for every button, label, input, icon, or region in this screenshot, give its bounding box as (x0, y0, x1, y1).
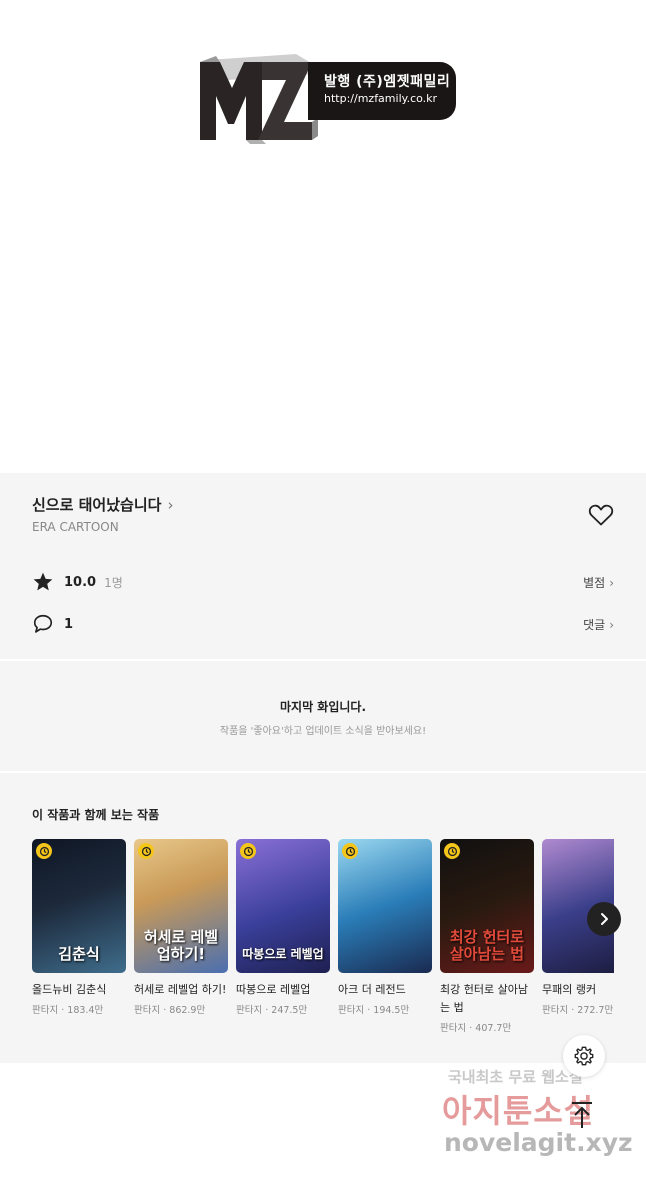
work-title: 신으로 태어났습니다 (32, 496, 162, 514)
cover-image: 최강 헌터로 살아남는 법 (440, 839, 534, 973)
gear-icon (574, 1046, 594, 1066)
card-title: 올드뉴비 김춘식 (32, 983, 107, 996)
publisher-name: 발행 (주)엠젯패밀리 (324, 74, 451, 90)
recommendations-title: 이 작품과 함께 보는 작품 (32, 808, 160, 822)
work-author: ERA CARTOON (32, 520, 119, 534)
rating-link[interactable]: 별점 › (583, 574, 614, 591)
comments-row: 1 댓글 › (32, 612, 614, 636)
watermark-url: novelagit.xyz (444, 1128, 633, 1157)
carousel-next-button[interactable] (587, 902, 621, 936)
chevron-right-icon: › (609, 575, 614, 590)
card-meta: 판타지 · 247.5만 (236, 1005, 308, 1016)
recommendation-card[interactable]: 따봉으로 레벨업 따봉으로 레벨업 판타지 · 247.5만 (236, 839, 330, 1016)
star-icon (33, 572, 53, 591)
watermark-tagline: 국내최초 무료 웹소설 (448, 1068, 583, 1086)
chevron-right-icon: › (609, 617, 614, 632)
publisher-logo: 발행 (주)엠젯패밀리 http://mzfamily.co.kr (200, 52, 460, 152)
cover-title-art: 따봉으로 레벨업 (242, 947, 324, 961)
card-meta: 판타지 · 272.7만 (542, 1005, 614, 1016)
card-meta: 판타지 · 862.9만 (134, 1005, 206, 1016)
recommendation-card[interactable]: 김춘식 올드뉴비 김춘식 판타지 · 183.4만 (32, 839, 126, 1016)
cover-title-art: 최강 헌터로 살아남는 법 (449, 928, 525, 963)
card-meta: 판타지 · 183.4만 (32, 1005, 104, 1016)
clock-badge-icon (240, 843, 256, 859)
cover-title-art: 김춘식 (58, 945, 100, 963)
heart-outline-icon[interactable] (588, 503, 614, 527)
publisher-url: http://mzfamily.co.kr (324, 92, 438, 105)
cover-image: 따봉으로 레벨업 (236, 839, 330, 973)
cover-image: 허세로 레벨업하기! (134, 839, 228, 973)
watermark: 국내최초 무료 웹소설 아지툰소설 novelagit.xyz (436, 1062, 636, 1172)
cover-image (338, 839, 432, 973)
arrow-up-to-top-icon[interactable] (568, 1100, 596, 1130)
rating-score: 10.0 (64, 574, 97, 590)
recommendations-carousel: 김춘식 올드뉴비 김춘식 판타지 · 183.4만 허세로 레벨업하기! 허세로… (32, 839, 614, 1049)
recommendation-card[interactable]: 아크 더 레전드 판타지 · 194.5만 (338, 839, 432, 1016)
cover-title-art: 허세로 레벨업하기! (143, 928, 219, 963)
card-title: 최강 헌터로 살아남는 법 (440, 983, 528, 1014)
comments-link-label: 댓글 (583, 617, 606, 632)
card-meta: 판타지 · 407.7만 (440, 1023, 512, 1034)
clock-badge-icon (36, 843, 52, 859)
cover-image: 김춘식 (32, 839, 126, 973)
clock-badge-icon (342, 843, 358, 859)
clock-badge-icon (444, 843, 460, 859)
section-divider (0, 771, 646, 773)
rating-row: 10.0 1명 별점 › (32, 570, 614, 594)
section-divider (0, 659, 646, 661)
card-title: 따봉으로 레벨업 (236, 983, 311, 996)
card-title: 무패의 랭커 (542, 983, 597, 996)
recommendation-card[interactable]: 허세로 레벨업하기! 허세로 레벨업 하기! 판타지 · 862.9만 (134, 839, 228, 1016)
comments-link[interactable]: 댓글 › (583, 616, 614, 633)
card-title: 아크 더 레전드 (338, 983, 406, 996)
last-episode-title: 마지막 화입니다. (279, 700, 367, 714)
card-title: 허세로 레벨업 하기! (134, 983, 227, 996)
settings-button[interactable] (563, 1035, 605, 1077)
rating-count: 1명 (104, 575, 123, 590)
clock-badge-icon (138, 843, 154, 859)
card-meta: 판타지 · 194.5만 (338, 1005, 410, 1016)
work-title-link[interactable]: 신으로 태어났습니다 › (32, 494, 173, 515)
chevron-right-icon (601, 913, 608, 925)
rating-link-label: 별점 (583, 575, 606, 590)
mz-logo-mark (200, 54, 318, 144)
comment-count: 1 (64, 616, 74, 632)
chevron-right-icon: › (167, 495, 174, 514)
comment-bubble-icon (33, 614, 53, 633)
recommendation-card[interactable]: 최강 헌터로 살아남는 법 최강 헌터로 살아남는 법 판타지 · 407.7만 (440, 839, 534, 1034)
last-episode-subtitle: 작품을 '좋아요'하고 업데이트 소식을 받아보세요! (219, 726, 427, 737)
